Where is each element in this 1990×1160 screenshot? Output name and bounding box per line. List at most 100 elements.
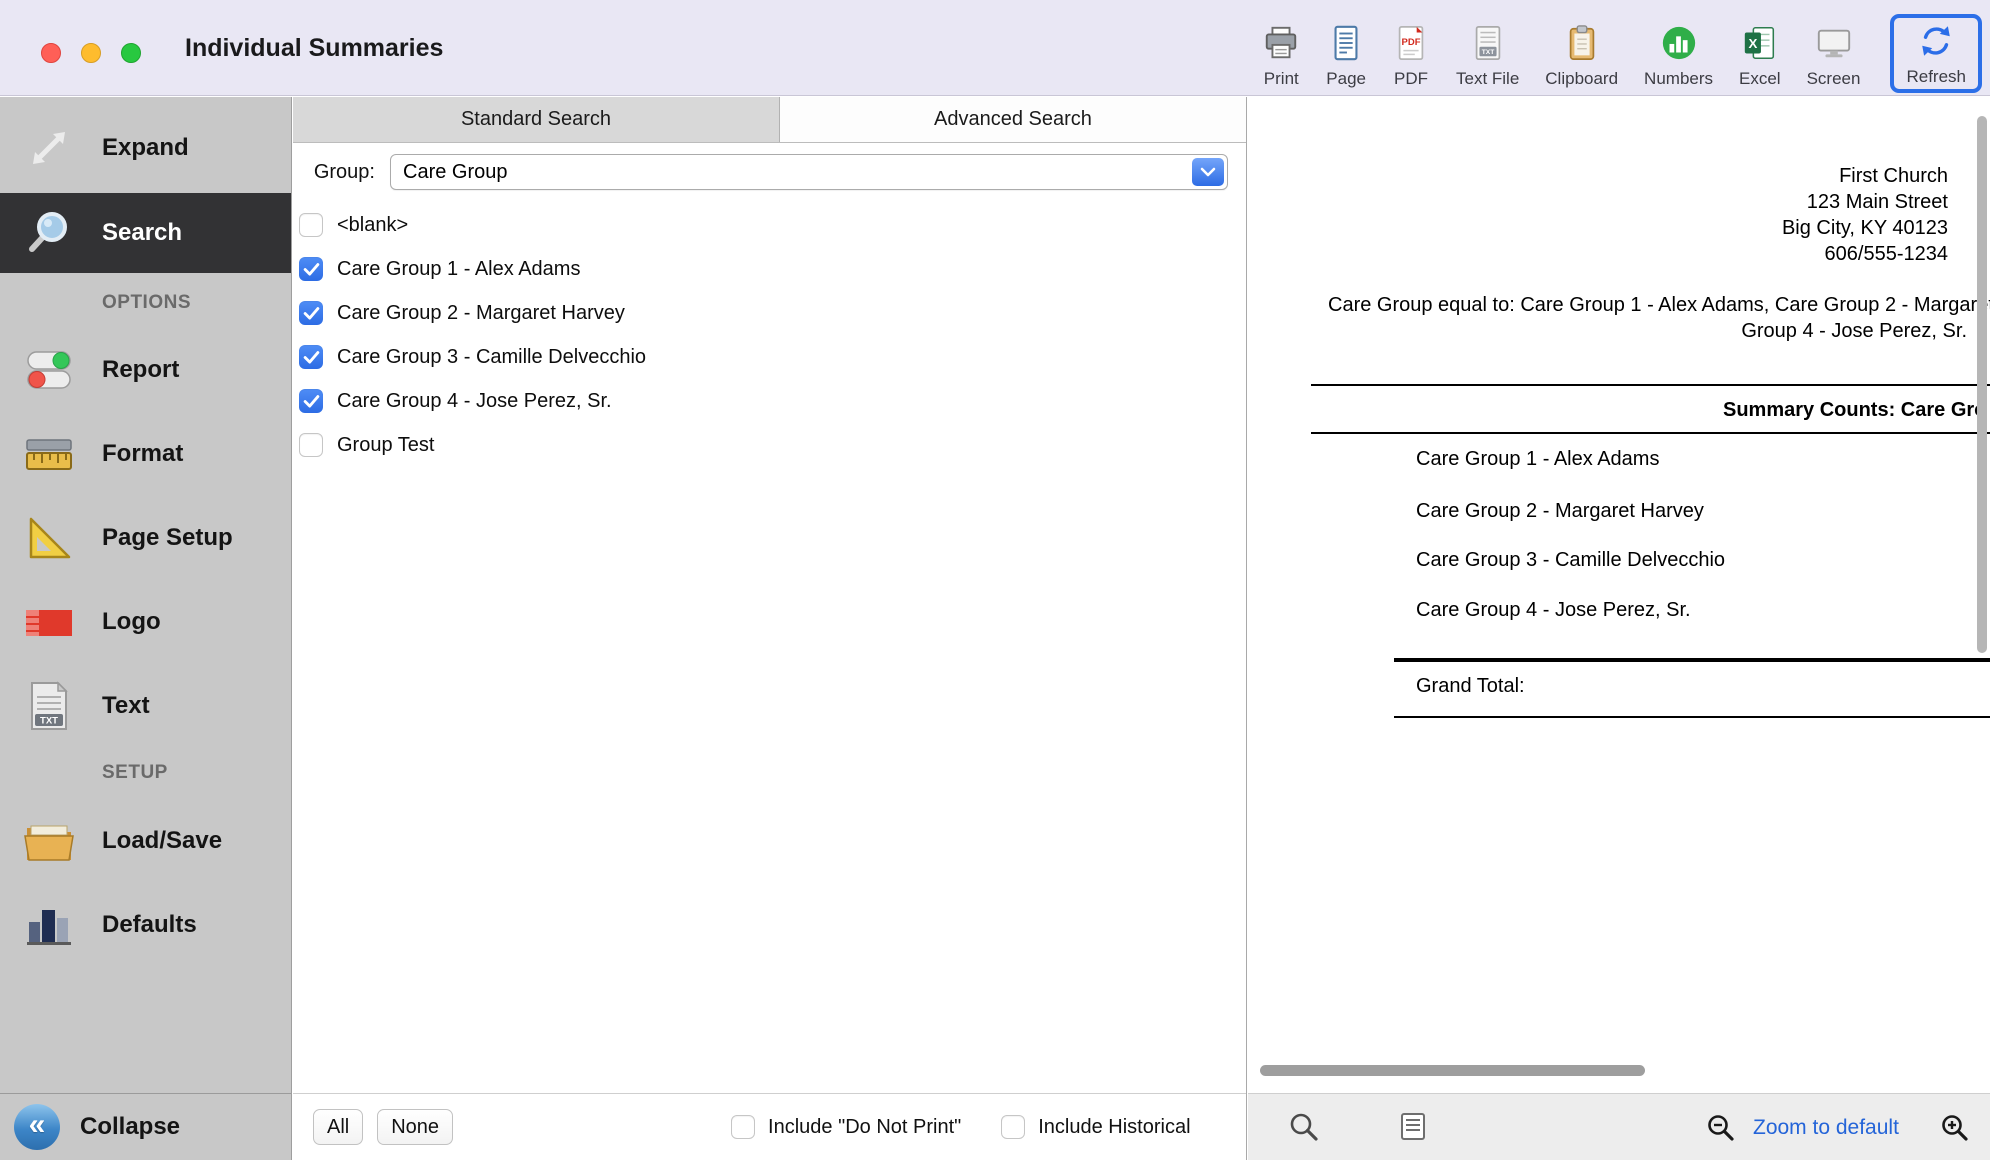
printer-icon — [1262, 24, 1300, 67]
none-button[interactable]: None — [377, 1109, 453, 1145]
toolbar: Print Page PDF — [1262, 0, 1982, 96]
document-lines-icon[interactable] — [1398, 1111, 1428, 1146]
logo-flag-icon — [16, 593, 82, 651]
sidebar-item-format[interactable]: Format — [0, 412, 291, 495]
excel-icon: X — [1741, 24, 1779, 67]
collapse-label: Collapse — [80, 1113, 180, 1141]
pdf-button[interactable]: PDF PDF — [1392, 24, 1430, 89]
tab-standard-search[interactable]: Standard Search — [293, 97, 780, 142]
clipboard-button[interactable]: Clipboard — [1545, 24, 1618, 89]
group-option-row[interactable]: Care Group 3 - Camille Delvecchio — [293, 335, 1246, 379]
excel-button[interactable]: X Excel — [1739, 24, 1781, 89]
search-tabbar: Standard Search Advanced Search — [293, 97, 1246, 143]
window-controls — [41, 43, 141, 63]
group-option-checkbox[interactable] — [299, 213, 323, 237]
group-option-checkbox[interactable] — [299, 389, 323, 413]
refresh-button[interactable]: Refresh — [1906, 22, 1966, 87]
titlebar: Individual Summaries Print — [0, 0, 1990, 96]
format-ruler-icon — [16, 425, 82, 483]
set-square-icon — [16, 509, 82, 567]
text-file-button[interactable]: TXT Text File — [1456, 24, 1519, 89]
group-option-checkbox[interactable] — [299, 301, 323, 325]
tab-advanced-search[interactable]: Advanced Search — [780, 97, 1246, 142]
include-historical-label: Include Historical — [1038, 1116, 1190, 1139]
svg-text:TXT: TXT — [1481, 49, 1494, 56]
collapse-icon[interactable]: « — [14, 1104, 60, 1150]
print-button[interactable]: Print — [1262, 24, 1300, 89]
excel-label: Excel — [1739, 69, 1781, 89]
sidebar-item-defaults[interactable]: Defaults — [0, 883, 291, 966]
screen-icon — [1815, 24, 1853, 67]
clipboard-icon — [1563, 24, 1601, 67]
sidebar-item-expand[interactable]: Expand — [0, 107, 291, 189]
group-row: Group: Care Group — [293, 154, 1246, 190]
report-preview-panel: First Church 123 Main Street Big City, K… — [1248, 97, 1990, 1160]
sidebar-item-label: Text — [102, 692, 150, 720]
sidebar: Expand Search OPTIONS Report — [0, 97, 292, 1160]
report-address-line1: 123 Main Street — [1782, 189, 1948, 215]
include-do-not-print-checkbox[interactable] — [731, 1115, 755, 1139]
expand-icon — [16, 119, 82, 177]
sidebar-item-label: Logo — [102, 608, 161, 636]
report-preview-page: First Church 123 Main Street Big City, K… — [1248, 97, 1990, 1093]
numbers-button[interactable]: Numbers — [1644, 24, 1713, 89]
sidebar-item-search[interactable]: Search — [0, 193, 291, 273]
search-panel: Standard Search Advanced Search Group: C… — [293, 97, 1247, 1160]
clipboard-label: Clipboard — [1545, 69, 1618, 89]
sidebar-item-logo[interactable]: Logo — [0, 580, 291, 663]
sidebar-item-label: Report — [102, 356, 179, 384]
sidebar-item-label: Expand — [102, 134, 189, 162]
report-row: Care Group 2 - Margaret Harvey — [1416, 500, 1704, 523]
group-option-checkbox[interactable] — [299, 433, 323, 457]
include-historical-checkbox[interactable] — [1001, 1115, 1025, 1139]
pdf-icon: PDF — [1392, 24, 1430, 67]
sidebar-item-text[interactable]: TXT Text — [0, 664, 291, 747]
group-option-row[interactable]: Group Test — [293, 423, 1246, 467]
numbers-icon — [1660, 24, 1698, 67]
sidebar-item-report[interactable]: Report — [0, 328, 291, 411]
sidebar-item-label: Defaults — [102, 911, 197, 939]
group-option-label: Care Group 3 - Camille Delvecchio — [337, 346, 646, 369]
group-option-checkbox[interactable] — [299, 345, 323, 369]
refresh-icon — [1917, 22, 1955, 65]
group-option-checkbox[interactable] — [299, 257, 323, 281]
bar-chart-icon — [16, 896, 82, 954]
sidebar-item-page-setup[interactable]: Page Setup — [0, 496, 291, 579]
page-label: Page — [1326, 69, 1366, 89]
close-button[interactable] — [41, 43, 61, 63]
print-label: Print — [1264, 69, 1299, 89]
group-select[interactable]: Care Group — [390, 154, 1228, 190]
page-button[interactable]: Page — [1326, 24, 1366, 89]
vertical-scrollbar[interactable] — [1977, 116, 1987, 653]
report-criteria-line1: Care Group equal to: Care Group 1 - Alex… — [1328, 294, 1990, 317]
horizontal-scrollbar[interactable] — [1260, 1065, 1645, 1076]
minimize-button[interactable] — [81, 43, 101, 63]
group-option-row[interactable]: Care Group 1 - Alex Adams — [293, 247, 1246, 291]
zoom-in-icon[interactable] — [1940, 1113, 1970, 1148]
report-rule — [1394, 716, 1990, 718]
report-rule-thick — [1394, 658, 1990, 662]
all-button[interactable]: All — [313, 1109, 363, 1145]
report-address-line2: Big City, KY 40123 — [1782, 215, 1948, 241]
screen-button[interactable]: Screen — [1807, 24, 1861, 89]
pdf-label: PDF — [1394, 69, 1428, 89]
svg-text:PDF: PDF — [1401, 37, 1420, 48]
group-option-label: Care Group 1 - Alex Adams — [337, 258, 580, 281]
group-option-row[interactable]: Care Group 2 - Margaret Harvey — [293, 291, 1246, 335]
report-grand-total-label: Grand Total: — [1416, 675, 1525, 698]
chevron-down-icon[interactable] — [1192, 158, 1224, 186]
group-select-value: Care Group — [403, 155, 508, 189]
magnifier-icon[interactable] — [1288, 1111, 1320, 1148]
group-option-row[interactable]: Care Group 4 - Jose Perez, Sr. — [293, 379, 1246, 423]
group-option-label: Care Group 2 - Margaret Harvey — [337, 302, 625, 325]
group-option-row[interactable]: <blank> — [293, 203, 1246, 247]
zoom-out-icon[interactable] — [1706, 1113, 1736, 1148]
zoom-button[interactable] — [121, 43, 141, 63]
folder-icon — [16, 812, 82, 870]
sidebar-item-label: Search — [102, 219, 182, 247]
refresh-highlight-box: Refresh — [1890, 14, 1982, 93]
numbers-label: Numbers — [1644, 69, 1713, 89]
page-icon — [1327, 24, 1365, 67]
sidebar-item-load-save[interactable]: Load/Save — [0, 799, 291, 882]
zoom-to-default-link[interactable]: Zoom to default — [1753, 1094, 1899, 1160]
